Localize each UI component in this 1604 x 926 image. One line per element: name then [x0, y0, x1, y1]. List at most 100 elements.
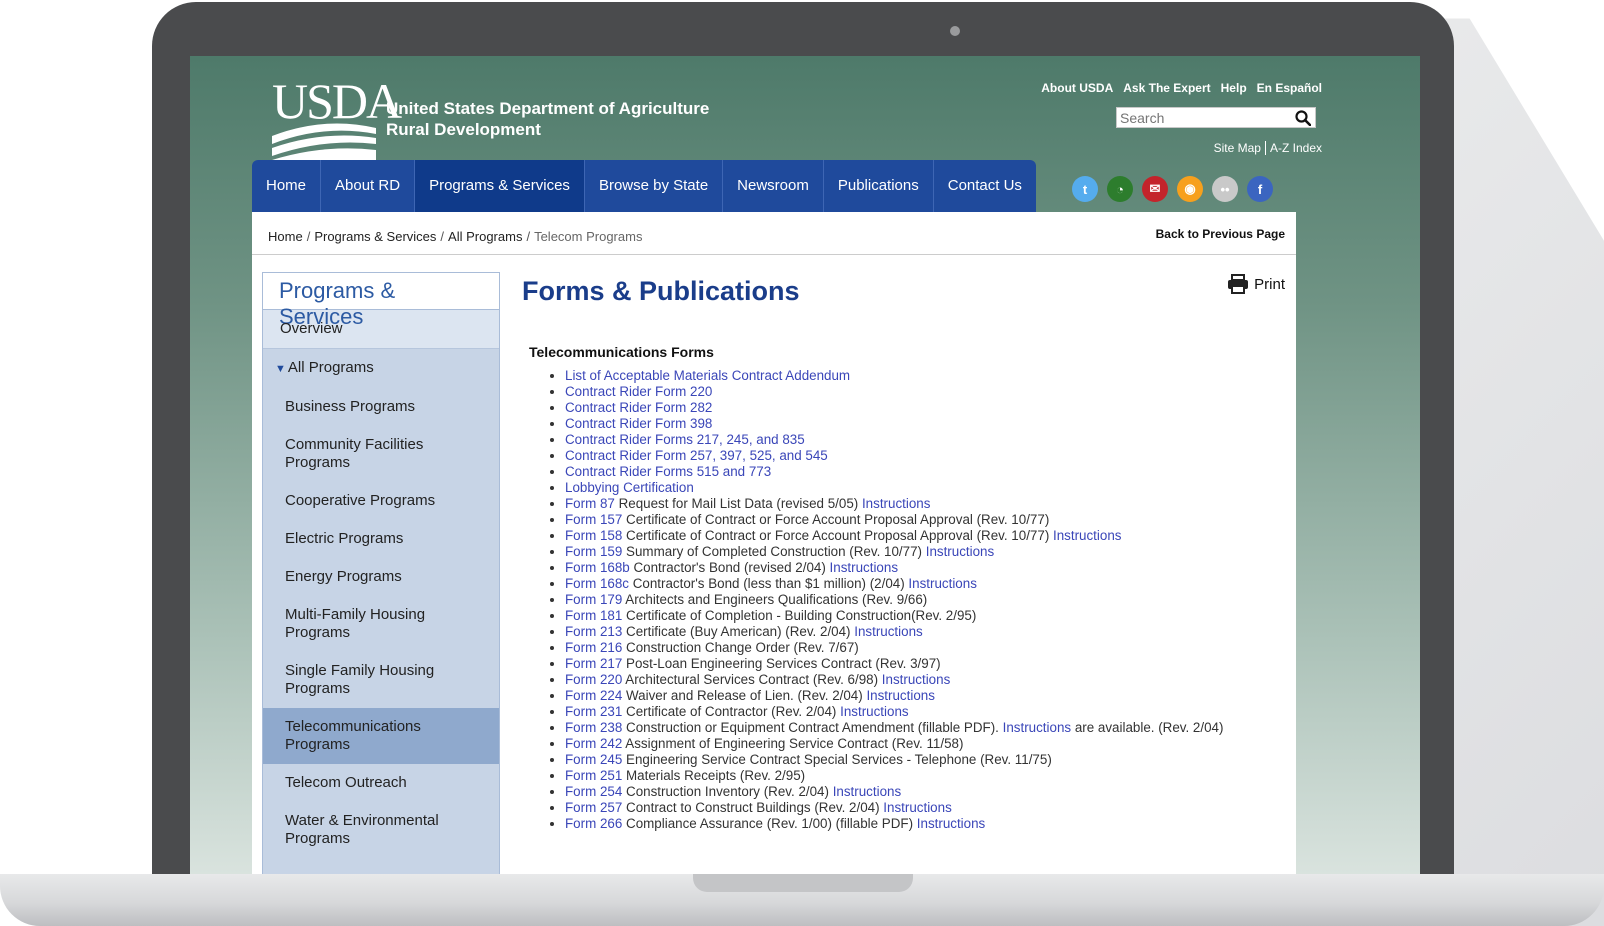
- nav-about-rd[interactable]: About RD: [321, 160, 416, 212]
- laptop-camera: [950, 26, 960, 36]
- instructions-link[interactable]: Instructions: [883, 800, 951, 815]
- nav-home[interactable]: Home: [252, 160, 322, 212]
- social-icons: t ◔ ✉ ◉ •• f: [1072, 176, 1273, 202]
- form-link[interactable]: Contract Rider Form 398: [565, 416, 712, 431]
- form-description: Construction Inventory (Rev. 2/04): [622, 784, 833, 799]
- form-description: Contractor's Bond (revised 2/04): [629, 560, 830, 575]
- instructions-link[interactable]: Instructions: [882, 672, 950, 687]
- form-link[interactable]: Form 242: [565, 736, 622, 751]
- feed-icon[interactable]: ◔: [1107, 176, 1133, 202]
- list-item: Form 242 Assignment of Engineering Servi…: [565, 736, 1225, 752]
- sidebar-item-water-environmental-programs[interactable]: Water & Environmental Programs: [263, 802, 499, 858]
- instructions-link[interactable]: Instructions: [1003, 720, 1071, 735]
- email-icon[interactable]: ✉: [1142, 176, 1168, 202]
- site-map-link[interactable]: Site Map: [1214, 141, 1261, 155]
- list-item: Form 220 Architectural Services Contract…: [565, 672, 1225, 688]
- form-link[interactable]: Form 179: [565, 592, 622, 607]
- breadcrumb-separator: /: [440, 229, 445, 244]
- form-link[interactable]: Form 245: [565, 752, 622, 767]
- ask-the-expert-link[interactable]: Ask The Expert: [1123, 81, 1210, 95]
- flickr-icon[interactable]: ••: [1212, 176, 1238, 202]
- facebook-icon[interactable]: f: [1247, 176, 1273, 202]
- site-links: Site Map A-Z Index: [1214, 141, 1322, 155]
- espanol-link[interactable]: En Español: [1257, 81, 1322, 95]
- main-nav: Home About RD Programs & Services Browse…: [252, 160, 1036, 212]
- instructions-link[interactable]: Instructions: [917, 816, 985, 831]
- about-usda-link[interactable]: About USDA: [1041, 81, 1113, 95]
- rss-icon[interactable]: ◉: [1177, 176, 1203, 202]
- triangle-down-icon: ▼: [275, 363, 286, 375]
- form-link[interactable]: Contract Rider Form 282: [565, 400, 712, 415]
- form-link[interactable]: Form 216: [565, 640, 622, 655]
- form-link[interactable]: Contract Rider Form 257, 397, 525, and 5…: [565, 448, 828, 463]
- form-link[interactable]: Contract Rider Forms 217, 245, and 835: [565, 432, 805, 447]
- form-link[interactable]: Form 213: [565, 624, 622, 639]
- breadcrumb-all-programs[interactable]: All Programs: [448, 229, 522, 244]
- form-link[interactable]: Form 168b: [565, 560, 630, 575]
- form-link[interactable]: Form 251: [565, 768, 622, 783]
- agency-line1: United States Department of Agriculture: [386, 99, 710, 118]
- sidebar-item-business-programs[interactable]: Business Programs: [263, 388, 499, 426]
- form-description: Contract to Construct Buildings (Rev. 2/…: [622, 800, 884, 815]
- nav-browse-by-state[interactable]: Browse by State: [585, 160, 724, 212]
- sidebar-item-energy-programs[interactable]: Energy Programs: [263, 558, 499, 596]
- form-link[interactable]: Form 157: [565, 512, 622, 527]
- instructions-link[interactable]: Instructions: [833, 784, 901, 799]
- form-link[interactable]: Form 266: [565, 816, 622, 831]
- form-link[interactable]: Form 168c: [565, 576, 629, 591]
- instructions-link[interactable]: Instructions: [830, 560, 898, 575]
- sidebar-item-cooperative-programs[interactable]: Cooperative Programs: [263, 482, 499, 520]
- instructions-link[interactable]: Instructions: [840, 704, 908, 719]
- page-title: Forms & Publications: [522, 276, 800, 306]
- instructions-link[interactable]: Instructions: [866, 688, 934, 703]
- sidebar-item-multi-family-housing-programs[interactable]: Multi-Family Housing Programs: [263, 596, 499, 652]
- sidebar-item-community-facilities-programs[interactable]: Community Facilities Programs: [263, 426, 499, 482]
- back-to-previous-link[interactable]: Back to Previous Page: [1156, 227, 1285, 241]
- instructions-link[interactable]: Instructions: [854, 624, 922, 639]
- sidebar-item-single-family-housing-programs[interactable]: Single Family Housing Programs: [263, 652, 499, 708]
- form-link[interactable]: Form 257: [565, 800, 622, 815]
- agency-line2: Rural Development: [386, 120, 541, 139]
- instructions-link[interactable]: Instructions: [926, 544, 994, 559]
- form-link[interactable]: Contract Rider Form 220: [565, 384, 712, 399]
- form-link[interactable]: Form 159: [565, 544, 622, 559]
- list-item: List of Acceptable Materials Contract Ad…: [565, 368, 1225, 384]
- laptop-notch: [693, 874, 913, 892]
- breadcrumb-divider: [252, 254, 1296, 255]
- nav-programs-services[interactable]: Programs & Services: [415, 160, 585, 212]
- form-link[interactable]: Lobbying Certification: [565, 480, 694, 495]
- site-links-divider: [1264, 141, 1266, 155]
- form-link[interactable]: Form 238: [565, 720, 622, 735]
- form-description: Architectural Services Contract (Rev. 6/…: [622, 672, 882, 687]
- az-index-link[interactable]: A-Z Index: [1270, 141, 1322, 155]
- form-link[interactable]: List of Acceptable Materials Contract Ad…: [565, 368, 850, 383]
- search-icon[interactable]: [1295, 110, 1311, 126]
- breadcrumb-programs-services[interactable]: Programs & Services: [314, 229, 436, 244]
- sidebar-item-all-programs[interactable]: ▼ All Programs: [263, 349, 499, 388]
- form-link[interactable]: Form 181: [565, 608, 622, 623]
- search-input[interactable]: [1117, 108, 1288, 127]
- sidebar-item-electric-programs[interactable]: Electric Programs: [263, 520, 499, 558]
- form-link[interactable]: Form 231: [565, 704, 622, 719]
- instructions-link[interactable]: Instructions: [908, 576, 976, 591]
- instructions-link[interactable]: Instructions: [862, 496, 930, 511]
- sidebar-item-telecommunications-programs[interactable]: Telecommunications Programs: [263, 708, 499, 764]
- nav-contact-us[interactable]: Contact Us: [934, 160, 1036, 212]
- print-button[interactable]: Print: [1227, 274, 1285, 294]
- twitter-icon[interactable]: t: [1072, 176, 1098, 202]
- form-link[interactable]: Form 220: [565, 672, 622, 687]
- form-link[interactable]: Form 254: [565, 784, 622, 799]
- instructions-link[interactable]: Instructions: [1053, 528, 1121, 543]
- nav-publications[interactable]: Publications: [824, 160, 934, 212]
- section-title: Telecommunications Forms: [529, 344, 714, 360]
- help-link[interactable]: Help: [1221, 81, 1247, 95]
- form-link[interactable]: Contract Rider Forms 515 and 773: [565, 464, 771, 479]
- form-link[interactable]: Form 158: [565, 528, 622, 543]
- form-link[interactable]: Form 224: [565, 688, 622, 703]
- content-panel: Home / Programs & Services / All Programs / Te…: [252, 212, 1296, 874]
- sidebar-item-telecom-outreach[interactable]: Telecom Outreach: [263, 764, 499, 802]
- breadcrumb-home[interactable]: Home: [268, 229, 303, 244]
- form-link[interactable]: Form 87: [565, 496, 615, 511]
- form-link[interactable]: Form 217: [565, 656, 622, 671]
- nav-newsroom[interactable]: Newsroom: [723, 160, 824, 212]
